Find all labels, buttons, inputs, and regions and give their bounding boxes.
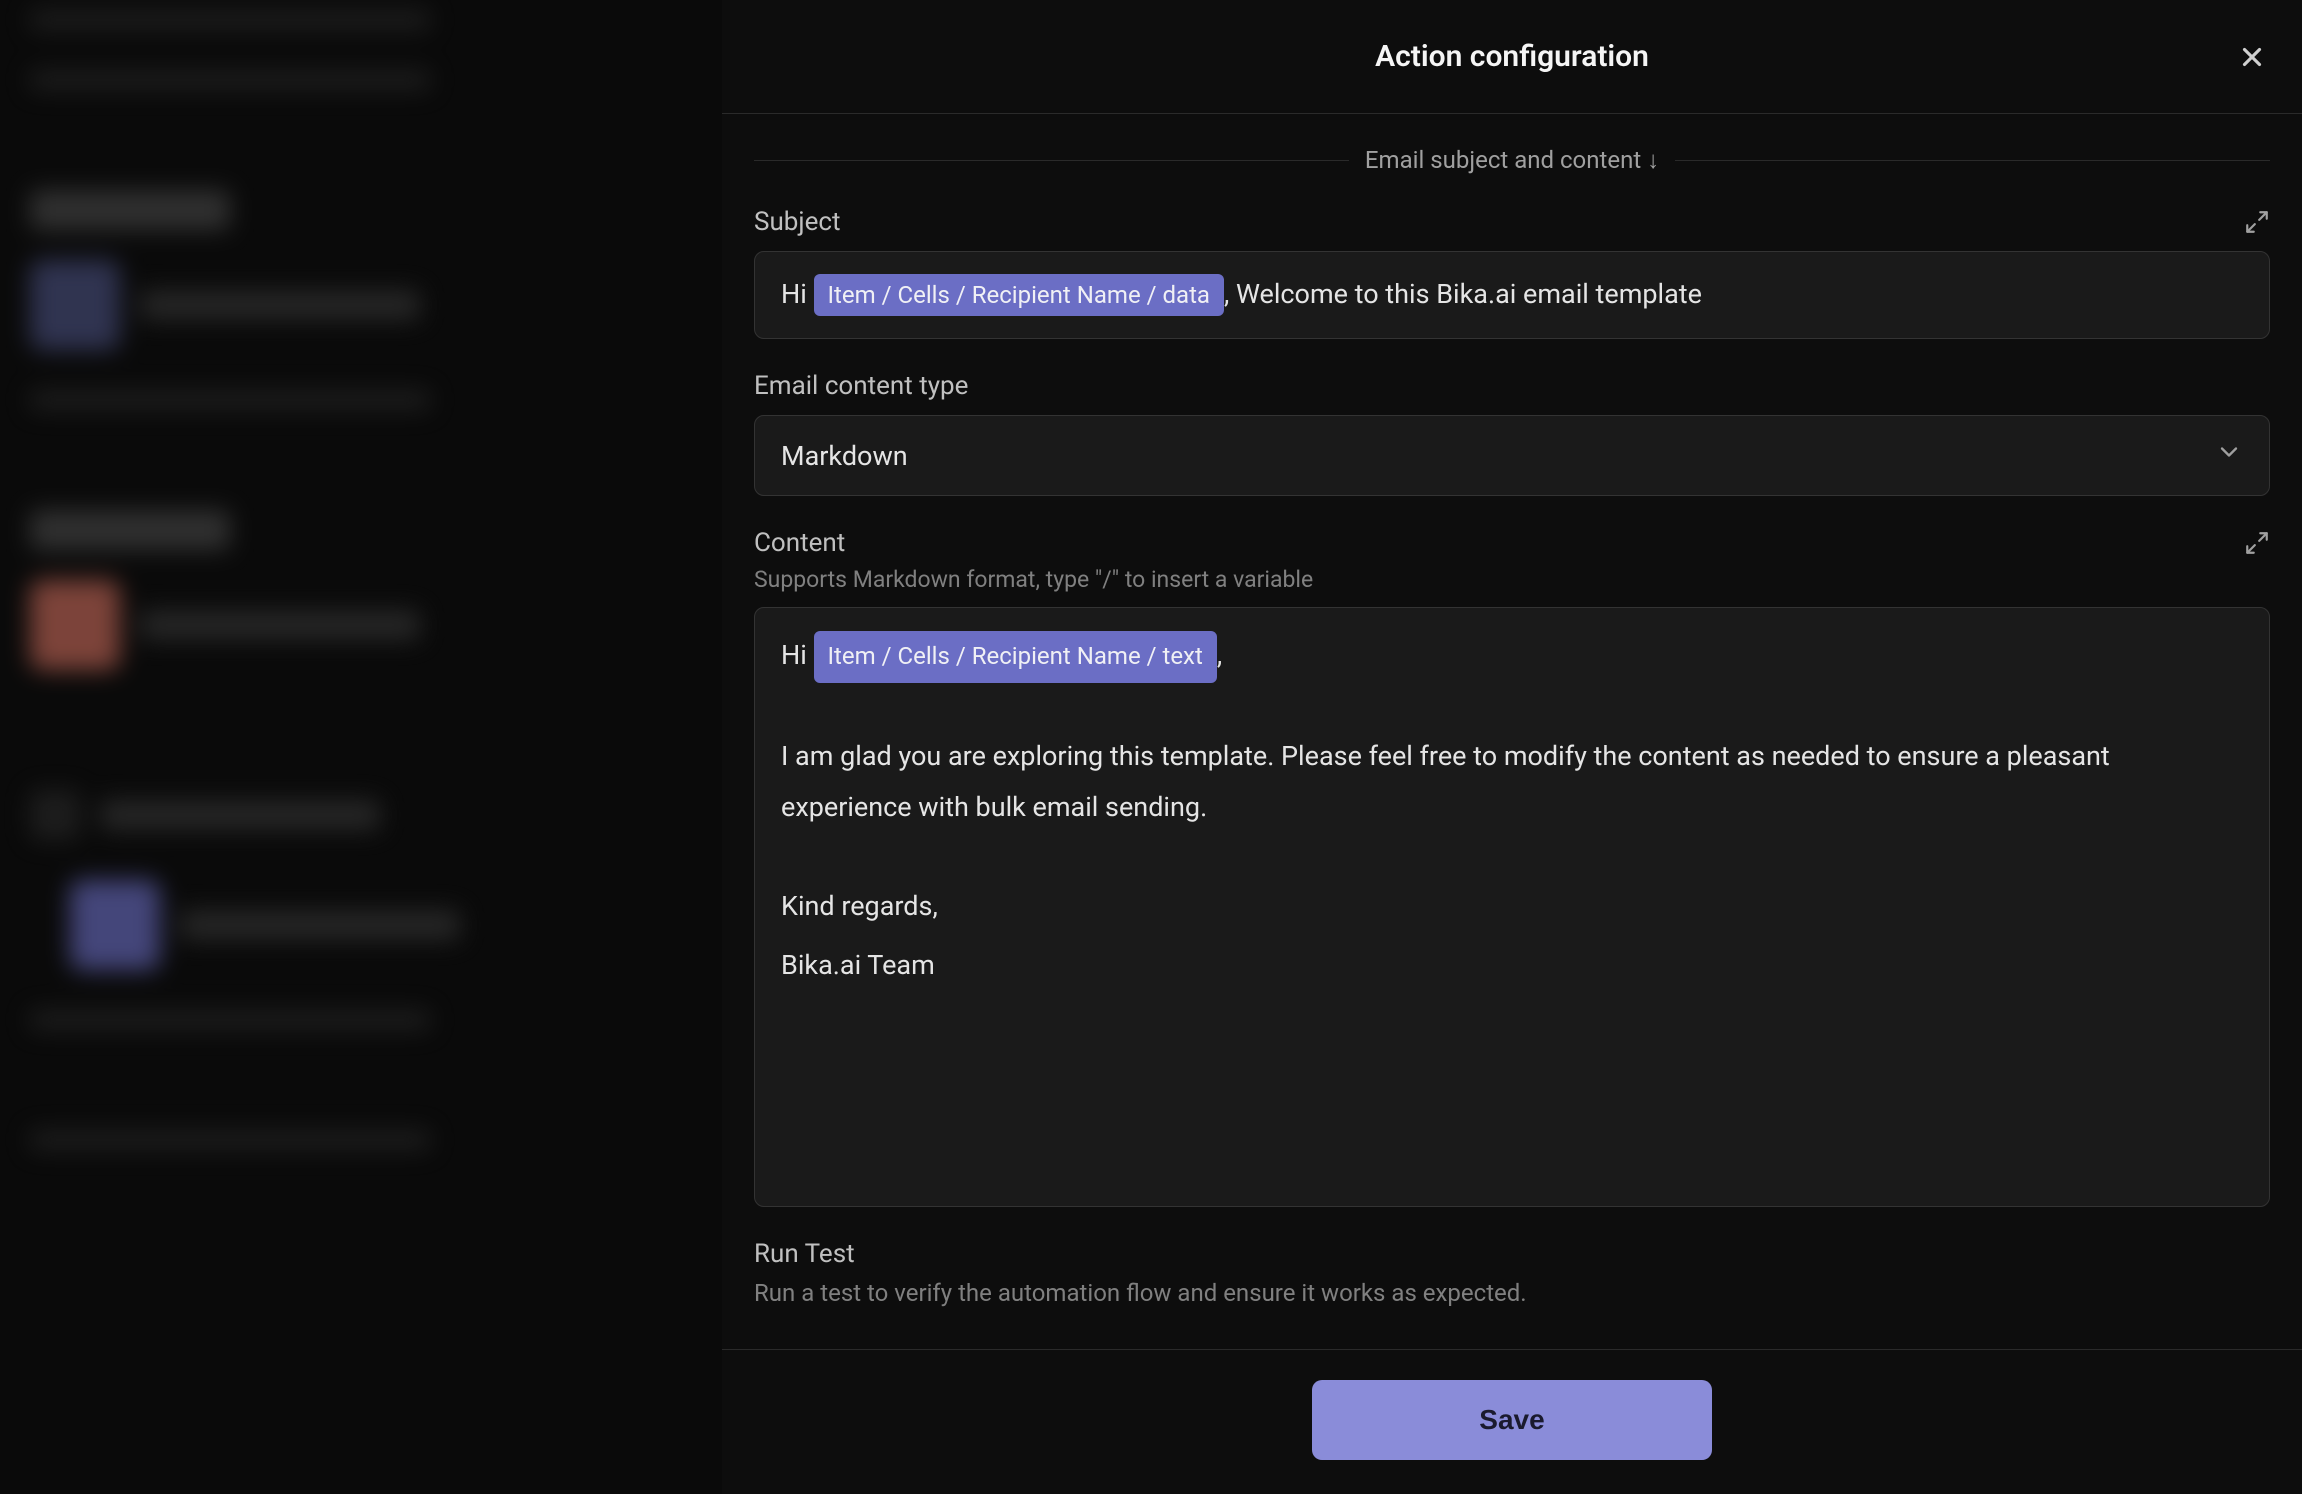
content-type-field-group: Email content type Markdown (754, 371, 2270, 496)
subject-prefix-text: Hi (781, 278, 814, 310)
content-hint: Supports Markdown format, type "/" to in… (754, 566, 2270, 593)
panel-footer: Save (722, 1349, 2302, 1494)
content-type-label: Email content type (754, 371, 968, 401)
content-label: Content (754, 528, 845, 558)
content-input[interactable]: Hi Item / Cells / Recipient Name / text,… (754, 607, 2270, 1207)
panel-title: Action configuration (1375, 39, 1649, 74)
expand-icon (2244, 530, 2270, 556)
background-blurred-content (0, 0, 720, 1494)
section-divider: Email subject and content ↓ (754, 146, 2270, 175)
panel-body: Email subject and content ↓ Subject Hi I… (722, 114, 2302, 1349)
subject-variable-chip[interactable]: Item / Cells / Recipient Name / data (814, 274, 1224, 316)
content-type-select[interactable]: Markdown (754, 415, 2270, 496)
save-button[interactable]: Save (1312, 1380, 1712, 1460)
expand-content-button[interactable] (2244, 530, 2270, 556)
action-configuration-panel: Action configuration Email subject and c… (722, 0, 2302, 1494)
subject-field-group: Subject Hi Item / Cells / Recipient Name… (754, 207, 2270, 339)
chevron-down-icon (2215, 438, 2243, 473)
content-body: I am glad you are exploring this templat… (781, 731, 2243, 834)
expand-icon (2244, 209, 2270, 235)
runtest-description: Run a test to verify the automation flow… (754, 1279, 2270, 1307)
content-greeting-suffix: , (1217, 639, 1222, 671)
divider-label: Email subject and content ↓ (1365, 146, 1659, 175)
subject-input[interactable]: Hi Item / Cells / Recipient Name / data,… (754, 251, 2270, 339)
subject-suffix-text: , Welcome to this Bika.ai email template (1224, 278, 1702, 310)
content-signature-2: Bika.ai Team (781, 940, 2243, 991)
runtest-section: Run Test Run a test to verify the automa… (754, 1239, 2270, 1307)
content-variable-chip[interactable]: Item / Cells / Recipient Name / text (814, 631, 1217, 683)
expand-subject-button[interactable] (2244, 209, 2270, 235)
content-greeting-prefix: Hi (781, 639, 814, 671)
content-signature-1: Kind regards, (781, 881, 2243, 932)
panel-header: Action configuration (722, 0, 2302, 114)
close-button[interactable] (2232, 37, 2272, 77)
content-type-value: Markdown (781, 440, 908, 472)
subject-label: Subject (754, 207, 841, 237)
close-icon (2237, 42, 2267, 72)
content-field-group: Content Supports Markdown format, type "… (754, 528, 2270, 1207)
runtest-title: Run Test (754, 1239, 2270, 1269)
